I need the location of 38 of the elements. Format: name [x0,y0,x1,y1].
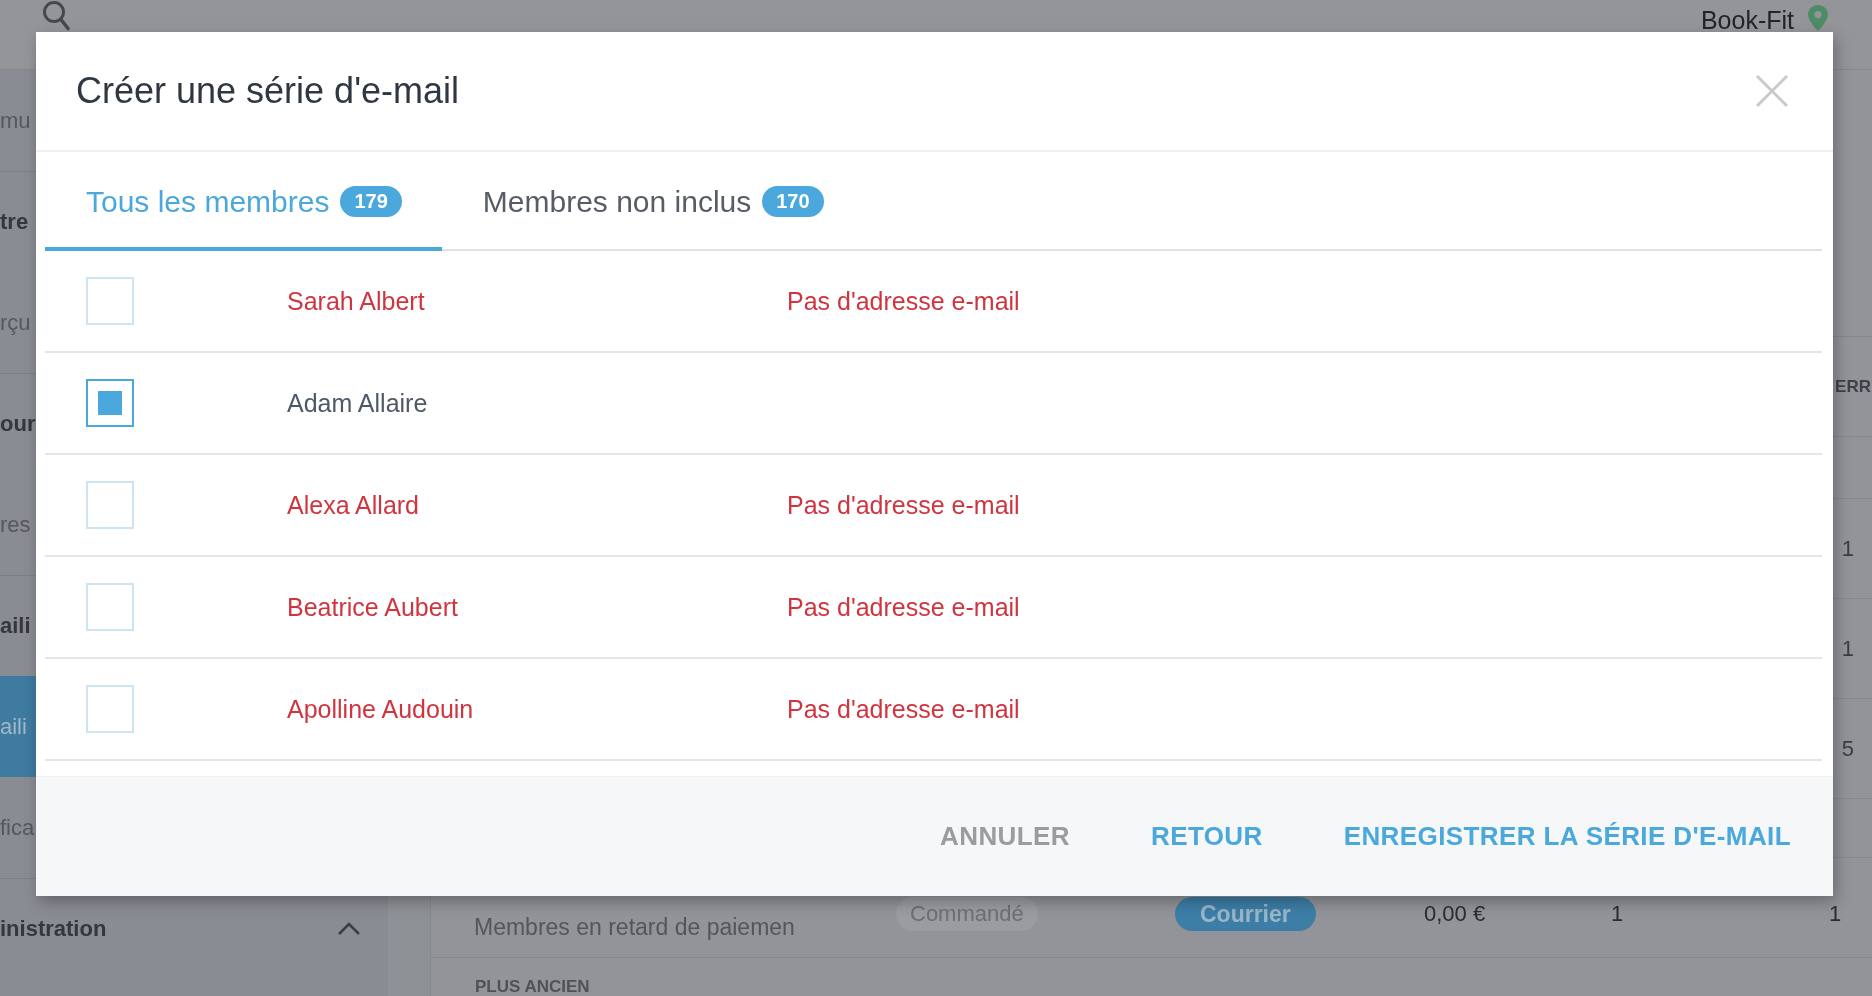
dialog-title: Créer une série d'e-mail [76,70,460,112]
table-cell-text: 1 [1611,900,1624,928]
location-pin-icon [1808,5,1828,31]
count-badge: 179 [340,186,402,217]
email-status-text: Pas d'adresse e-mail [787,286,1020,315]
close-icon[interactable] [1755,74,1789,108]
column-header: ERR [1835,376,1872,397]
row-subtitle: Membres en retard de paiemen [474,913,796,941]
account-name[interactable]: Book-Fit [1700,6,1794,34]
chevron-up-icon[interactable] [337,922,361,936]
save-button[interactable]: ENREGISTRER LA SÉRIE D'E-MAIL [1327,813,1807,860]
member-name: Sarah Albert [287,286,425,315]
table-cell-text: 5 [1841,735,1855,762]
sidebar-section[interactable]: tre [0,209,36,235]
table-cell-text: 1 [1841,535,1855,562]
search-icon[interactable] [42,0,70,31]
member-name: Beatrice Aubert [287,592,458,621]
tab[interactable]: Membres non inclus 170 [441,152,864,251]
member-name: Alexa Allard [287,490,420,519]
checkbox[interactable] [86,379,134,427]
member-name: Adam Allaire [287,388,428,417]
sidebar-section[interactable]: aili [0,613,36,639]
email-status-text: Pas d'adresse e-mail [787,490,1020,519]
count-badge: 170 [762,186,824,217]
sidebar-section[interactable]: inistration [0,916,107,942]
back-button[interactable]: RETOUR [1135,813,1279,860]
channel-badge: Courrier [1175,897,1316,931]
sidebar-item[interactable]: aili [0,676,36,777]
amount-cell-text: 0,00 € [1424,900,1486,928]
email-status-text: Pas d'adresse e-mail [787,592,1020,621]
email-status-text: Pas d'adresse e-mail [787,694,1020,723]
table-cell-text: 1 [1841,635,1855,662]
tab[interactable]: Tous les membres 179 [45,152,442,251]
cancel-button[interactable]: ANNULER [924,813,1086,860]
group-label: PLUS ANCIEN [475,978,590,995]
member-name: Apolline Audouin [287,694,474,723]
sidebar-section[interactable]: our [0,411,36,437]
table-cell-text: 1 [1829,900,1842,928]
